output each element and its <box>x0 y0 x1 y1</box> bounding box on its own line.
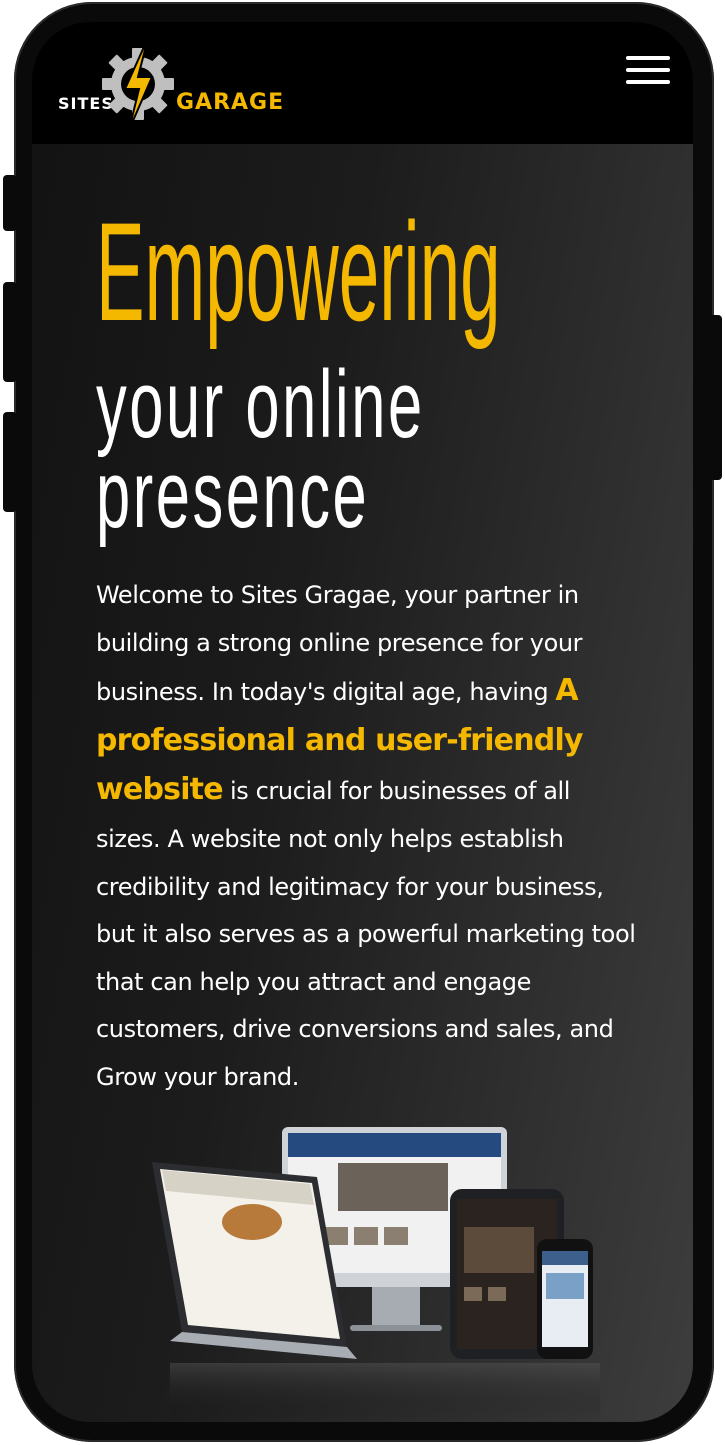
responsive-devices-illustration <box>152 1127 600 1422</box>
paragraph-text: Welcome to Sites Gragae, your partner in… <box>96 581 583 707</box>
hero-subheadline-line2: presence <box>96 441 370 548</box>
paragraph-text: is crucial for businesses of all sizes. … <box>96 777 636 1091</box>
gear-lightning-icon <box>102 37 174 131</box>
hero-headline: Empowering <box>96 193 501 350</box>
site-header: SITES GARAGE <box>32 22 693 144</box>
hero-subheadline-line1: your online <box>96 351 425 458</box>
phone-side-button <box>3 412 17 512</box>
hero-subheadline: your online presence <box>96 351 425 548</box>
phone-screen: SITES GARAGE Empowering your online pres… <box>32 22 693 1422</box>
phone-side-button <box>708 315 722 480</box>
phone-side-button <box>3 282 17 382</box>
hero-paragraph: Welcome to Sites Gragae, your partner in… <box>96 572 636 1102</box>
logo-text-garage: GARAGE <box>176 90 285 115</box>
hamburger-menu-icon[interactable] <box>626 56 670 90</box>
site-logo[interactable]: SITES GARAGE <box>56 30 306 135</box>
phone-side-button <box>3 175 17 231</box>
